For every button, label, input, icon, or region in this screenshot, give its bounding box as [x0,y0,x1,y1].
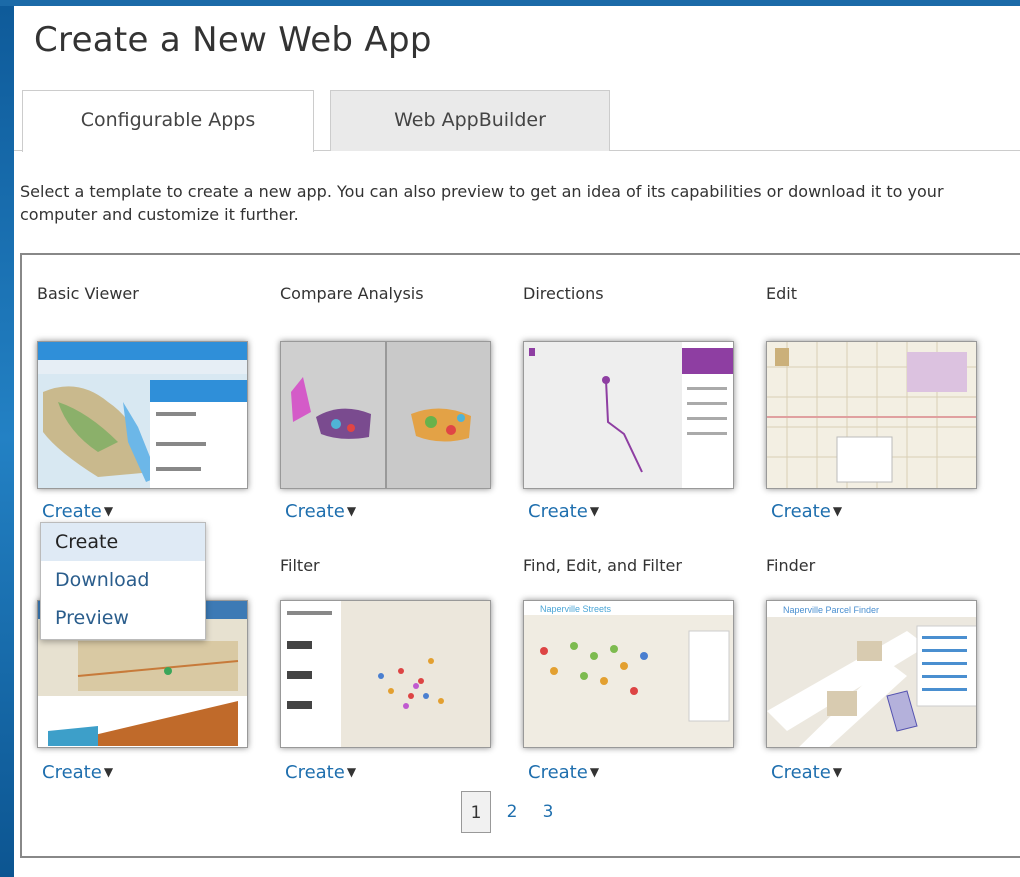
map-thumbnail-directions[interactable] [523,341,734,489]
directions-map-graphic [524,342,733,488]
map-thumbnail-edit[interactable] [766,341,977,489]
page-3-button[interactable]: 3 [533,791,563,833]
template-name: Filter [280,556,320,575]
template-name: Compare Analysis [280,284,424,303]
map-thumbnail-compare-analysis[interactable] [280,341,491,489]
create-link-label: Create [528,501,588,522]
thumb-title: Naperville Parcel Finder [783,605,879,615]
create-link-label: Create [771,501,831,522]
create-link-compare-analysis[interactable]: Create ▼ [285,500,356,523]
create-link-label: Create [771,762,831,783]
tab-web-appbuilder[interactable]: Web AppBuilder [330,90,610,151]
template-name: Finder [766,556,816,575]
map-thumbnail-find-edit-filter[interactable]: Naperville Streets [523,600,734,748]
caret-down-icon: ▼ [103,504,114,518]
create-dropdown-menu: Create Download Preview [40,522,206,640]
caret-down-icon: ▼ [589,765,600,779]
create-link-label: Create [42,762,102,783]
intro-text: Select a template to create a new app. Y… [20,182,944,224]
create-link-finder[interactable]: Create ▼ [771,761,842,784]
template-name: Find, Edit, and Filter [523,556,682,575]
create-web-app-panel: Create a New Web App Configurable Apps W… [14,6,1020,877]
create-link-label: Create [285,762,345,783]
caret-down-icon: ▼ [103,765,114,779]
tab-bar: Configurable Apps Web AppBuilder [14,90,1020,152]
caret-down-icon: ▼ [346,504,357,518]
caret-down-icon: ▼ [589,504,600,518]
create-link-label: Create [285,501,345,522]
create-link-find-edit-filter[interactable]: Create ▼ [528,761,599,784]
basic-viewer-map-graphic [38,342,247,488]
page-2-button[interactable]: 2 [497,791,527,833]
edit-map-graphic [767,342,976,488]
create-link-label: Create [528,762,588,783]
menu-item-create[interactable]: Create [41,523,205,561]
tab-configurable-apps[interactable]: Configurable Apps [22,90,314,152]
window-frame-left [0,0,14,877]
map-thumbnail-basic-viewer[interactable] [37,341,248,489]
thumb-title: Naperville Streets [540,604,612,614]
create-link-elevation[interactable]: Create ▼ [42,761,113,784]
page-title: Create a New Web App [34,20,432,60]
menu-item-download[interactable]: Download [41,561,205,599]
template-name: Edit [766,284,797,303]
filter-map-graphic [281,601,490,747]
template-name: Basic Viewer [37,284,139,303]
create-link-directions[interactable]: Create ▼ [528,500,599,523]
create-link-filter[interactable]: Create ▼ [285,761,356,784]
compare-analysis-map-graphic [281,342,490,488]
caret-down-icon: ▼ [832,504,843,518]
map-thumbnail-filter[interactable] [280,600,491,748]
create-link-edit[interactable]: Create ▼ [771,500,842,523]
template-name: Directions [523,284,604,303]
finder-map-graphic: Naperville Parcel Finder [767,601,976,747]
map-thumbnail-finder[interactable]: Naperville Parcel Finder [766,600,977,748]
create-link-label: Create [42,501,102,522]
find-edit-filter-map-graphic: Naperville Streets [524,601,733,747]
page-1-button[interactable]: 1 [461,791,491,833]
caret-down-icon: ▼ [346,765,357,779]
create-link-basic-viewer[interactable]: Create ▼ [42,500,113,523]
caret-down-icon: ▼ [832,765,843,779]
menu-item-preview[interactable]: Preview [41,599,205,637]
